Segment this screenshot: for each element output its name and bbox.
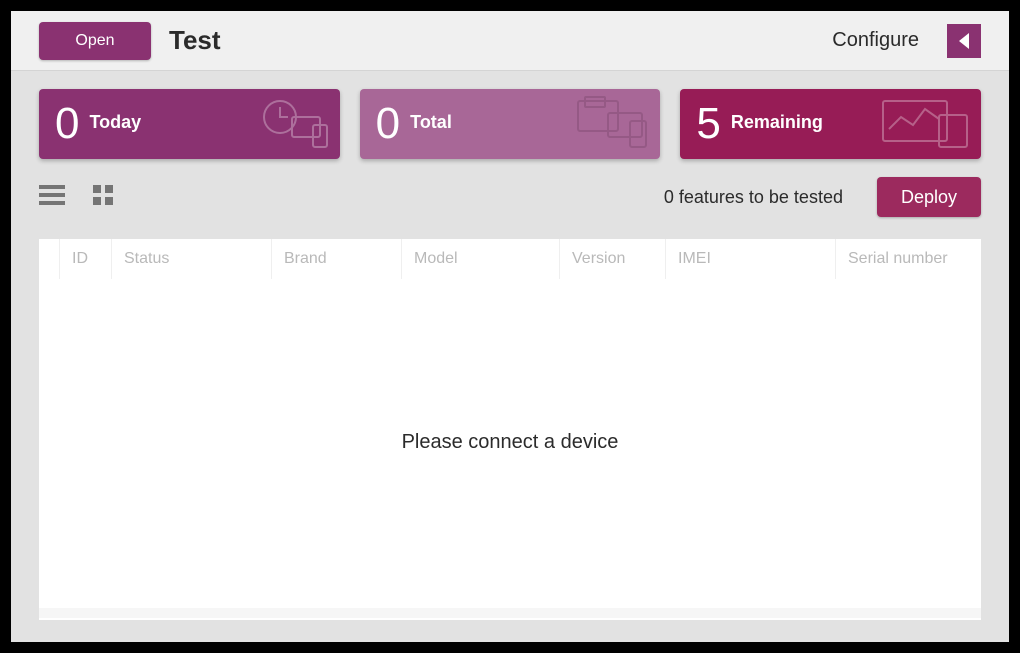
collapse-panel-button[interactable] (947, 24, 981, 58)
stat-label: Total (410, 112, 452, 133)
device-table: ID Status Brand Model Version IMEI Seria… (39, 239, 981, 620)
stat-card-total[interactable]: 0 Total (360, 89, 661, 159)
col-status[interactable]: Status (111, 239, 271, 279)
table-body: Please connect a device (39, 279, 981, 606)
toolbar: 0 features to be tested Deploy (11, 159, 1009, 217)
stat-value: 5 (696, 102, 720, 146)
stat-value: 0 (376, 102, 400, 146)
col-blank (39, 239, 59, 279)
deploy-button[interactable]: Deploy (877, 177, 981, 217)
horizontal-scrollbar[interactable] (39, 606, 981, 620)
devices-icon (574, 95, 650, 156)
chart-devices-icon (881, 95, 971, 156)
stat-label: Remaining (731, 112, 823, 133)
col-serial[interactable]: Serial number (835, 239, 981, 279)
page-title: Test (169, 25, 221, 56)
list-view-icon[interactable] (39, 185, 65, 210)
col-imei[interactable]: IMEI (665, 239, 835, 279)
open-button[interactable]: Open (39, 22, 151, 60)
stat-value: 0 (55, 102, 79, 146)
col-id[interactable]: ID (59, 239, 111, 279)
col-version[interactable]: Version (559, 239, 665, 279)
grid-view-icon[interactable] (93, 185, 113, 210)
stat-card-today[interactable]: 0 Today (39, 89, 340, 159)
empty-state-message: Please connect a device (402, 431, 619, 454)
table-header-row: ID Status Brand Model Version IMEI Seria… (39, 239, 981, 279)
view-toggle (39, 185, 113, 210)
configure-link[interactable]: Configure (832, 29, 919, 52)
clock-devices-icon (258, 95, 330, 156)
header-bar: Open Test Configure (11, 11, 1009, 71)
stat-label: Today (89, 112, 141, 133)
features-status-text: 0 features to be tested (664, 187, 843, 208)
col-model[interactable]: Model (401, 239, 559, 279)
triangle-left-icon (956, 32, 972, 50)
stat-cards: 0 Today 0 Total (11, 71, 1009, 159)
col-brand[interactable]: Brand (271, 239, 401, 279)
stat-card-remaining[interactable]: 5 Remaining (680, 89, 981, 159)
